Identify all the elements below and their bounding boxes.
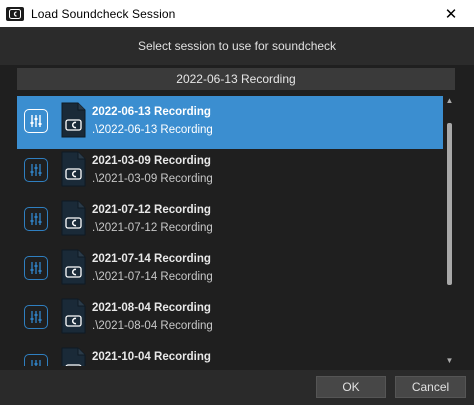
session-file-icon: [60, 347, 86, 366]
session-file-icon: [60, 151, 86, 187]
session-file-icon: [60, 298, 86, 334]
mixer-icon: [24, 354, 48, 366]
list-scrollbar[interactable]: ▲ ▼: [444, 94, 455, 366]
mixer-icon: [24, 109, 48, 133]
session-row[interactable]: 2021-10-04 Recording: [17, 341, 443, 366]
session-name: 2021-10-04 Recording: [92, 351, 211, 363]
session-path: .\2021-07-14 Recording: [92, 271, 213, 283]
session-path: .\2021-08-04 Recording: [92, 320, 213, 332]
session-file-icon: [60, 102, 86, 138]
session-row[interactable]: 2022-06-13 Recording .\2022-06-13 Recordi…: [17, 96, 443, 149]
session-row[interactable]: 2021-07-12 Recording .\2021-07-12 Recordi…: [17, 194, 443, 247]
session-name: 2021-07-14 Recording: [92, 253, 211, 265]
scroll-thumb[interactable]: [447, 123, 452, 285]
session-file-icon: [60, 249, 86, 285]
instruction-header: Select session to use for soundcheck: [0, 27, 474, 66]
dialog-footer: OK Cancel: [0, 370, 474, 405]
close-icon[interactable]: ✕: [428, 0, 474, 27]
session-row[interactable]: 2021-03-09 Recording .\2021-03-09 Recordi…: [17, 145, 443, 198]
session-path: .\2021-03-09 Recording: [92, 173, 213, 185]
session-list[interactable]: 2022-06-13 Recording .\2022-06-13 Recordi…: [17, 94, 443, 366]
current-session-label: 2022-06-13 Recording: [17, 68, 455, 90]
mixer-icon: [24, 207, 48, 231]
session-name: 2021-08-04 Recording: [92, 302, 211, 314]
session-name: 2021-03-09 Recording: [92, 155, 211, 167]
window-title: Load Soundcheck Session: [31, 6, 176, 21]
session-row[interactable]: 2021-08-04 Recording .\2021-08-04 Recordi…: [17, 292, 443, 345]
mixer-icon: [24, 305, 48, 329]
app-logo-icon: [6, 6, 24, 21]
scroll-down-icon[interactable]: ▼: [444, 354, 455, 366]
mixer-icon: [24, 158, 48, 182]
session-name: 2022-06-13 Recording: [92, 106, 211, 118]
ok-button[interactable]: OK: [316, 376, 386, 398]
mixer-icon: [24, 256, 48, 280]
title-bar: Load Soundcheck Session ✕: [0, 0, 474, 27]
scroll-up-icon[interactable]: ▲: [444, 94, 455, 106]
cancel-button[interactable]: Cancel: [395, 376, 466, 398]
session-file-icon: [60, 200, 86, 236]
session-path: .\2022-06-13 Recording: [92, 124, 213, 136]
session-path: .\2021-07-12 Recording: [92, 222, 213, 234]
session-row[interactable]: 2021-07-14 Recording .\2021-07-14 Recordi…: [17, 243, 443, 296]
session-name: 2021-07-12 Recording: [92, 204, 211, 216]
